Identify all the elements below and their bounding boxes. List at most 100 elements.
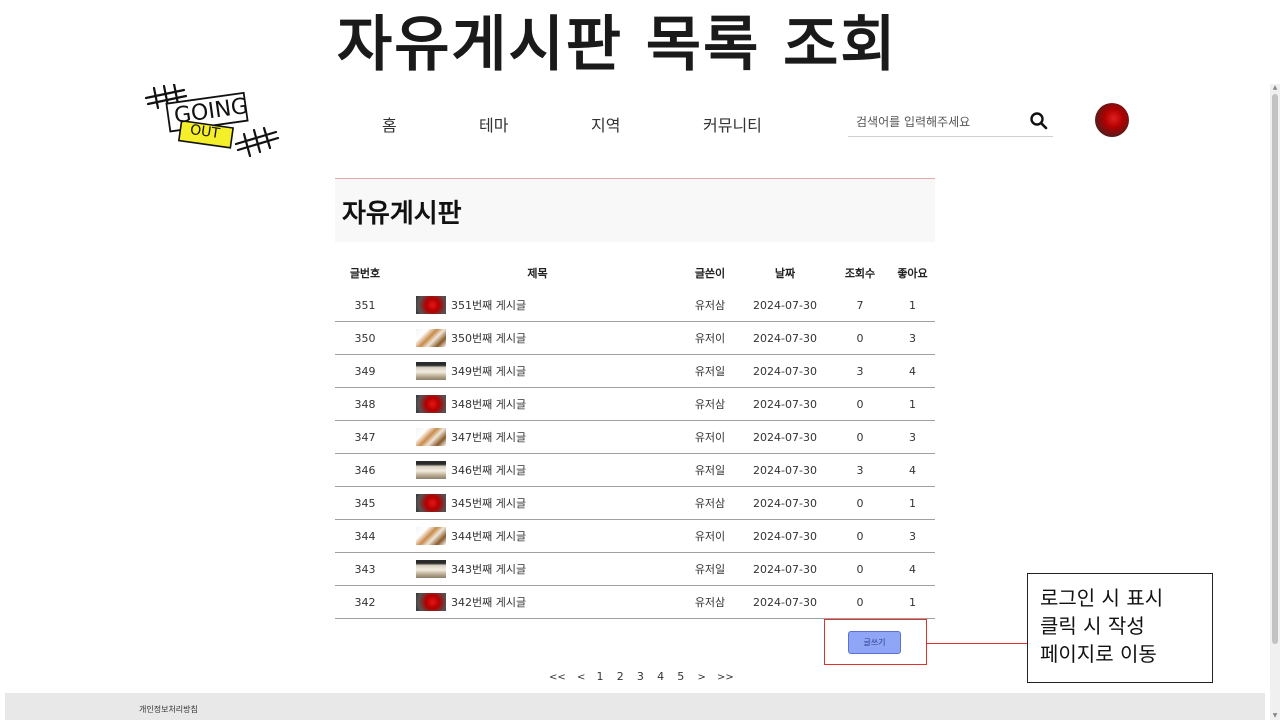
post-thumbnail[interactable] bbox=[416, 494, 446, 512]
post-title-link[interactable]: 348번째 게시글 bbox=[451, 398, 526, 411]
pagination-last[interactable]: >> bbox=[717, 672, 734, 683]
post-author: 유저삼 bbox=[680, 289, 740, 322]
pagination: << < 1 2 3 4 5 > >> bbox=[549, 670, 742, 683]
search-bar bbox=[848, 108, 1053, 137]
scroll-thumb[interactable] bbox=[1272, 94, 1278, 644]
post-title-link[interactable]: 345번째 게시글 bbox=[451, 497, 526, 510]
post-thumbnail[interactable] bbox=[416, 362, 446, 380]
post-title-cell: 347번째 게시글 bbox=[395, 420, 680, 454]
post-likes: 1 bbox=[890, 387, 935, 421]
post-date: 2024-07-30 bbox=[740, 420, 830, 454]
privacy-policy-link[interactable]: 개인정보처리방침 bbox=[139, 704, 198, 715]
board-title: 자유게시판 bbox=[342, 199, 462, 229]
pagination-page-1[interactable]: 1 bbox=[597, 670, 604, 683]
post-title-cell: 342번째 게시글 bbox=[395, 585, 680, 619]
post-date: 2024-07-30 bbox=[740, 387, 830, 421]
post-views: 0 bbox=[830, 552, 890, 586]
post-views: 3 bbox=[830, 453, 890, 487]
nav-region[interactable]: 지역 bbox=[591, 112, 620, 136]
scroll-down-arrow-icon[interactable]: ▼ bbox=[1270, 712, 1280, 720]
table-row[interactable]: 351 351번째 게시글 유저삼 2024-07-30 7 1 bbox=[335, 289, 935, 322]
table-header-row: 글번호 제목 글쓴이 날짜 조회수 좋아요 bbox=[335, 257, 935, 289]
table-row[interactable]: 344 344번째 게시글 유저이 2024-07-30 0 3 bbox=[335, 519, 935, 553]
pagination-page-5[interactable]: 5 bbox=[677, 670, 684, 683]
post-thumbnail[interactable] bbox=[416, 560, 446, 578]
post-likes: 4 bbox=[890, 453, 935, 487]
slide-title: 자유게시판 목록 조회 bbox=[337, 10, 898, 80]
nav-home[interactable]: 홈 bbox=[382, 112, 397, 136]
table-row[interactable]: 348 348번째 게시글 유저삼 2024-07-30 0 1 bbox=[335, 387, 935, 421]
nav-theme[interactable]: 테마 bbox=[479, 112, 508, 136]
write-post-button[interactable]: 글쓰기 bbox=[848, 631, 901, 654]
post-views: 3 bbox=[830, 354, 890, 388]
post-number: 350 bbox=[335, 321, 395, 355]
post-title-link[interactable]: 350번째 게시글 bbox=[451, 332, 526, 345]
user-avatar[interactable] bbox=[1095, 103, 1129, 137]
post-views: 0 bbox=[830, 387, 890, 421]
post-number: 343 bbox=[335, 552, 395, 586]
annotation-connector-line bbox=[926, 643, 1028, 644]
post-title-cell: 345번째 게시글 bbox=[395, 486, 680, 520]
table-row[interactable]: 345 345번째 게시글 유저삼 2024-07-30 0 1 bbox=[335, 486, 935, 520]
post-date: 2024-07-30 bbox=[740, 453, 830, 487]
post-title-cell: 349번째 게시글 bbox=[395, 354, 680, 388]
table-row[interactable]: 350 350번째 게시글 유저이 2024-07-30 0 3 bbox=[335, 321, 935, 355]
post-title-link[interactable]: 344번째 게시글 bbox=[451, 530, 526, 543]
post-author: 유저일 bbox=[680, 354, 740, 388]
page-scrollbar[interactable]: ▲ ▼ bbox=[1270, 84, 1280, 720]
pagination-prev[interactable]: < bbox=[577, 672, 585, 683]
scroll-up-arrow-icon[interactable]: ▲ bbox=[1270, 84, 1280, 92]
nav-community[interactable]: 커뮤니티 bbox=[703, 112, 762, 136]
post-title-cell: 350번째 게시글 bbox=[395, 321, 680, 355]
post-title-link[interactable]: 347번째 게시글 bbox=[451, 431, 526, 444]
pagination-page-4[interactable]: 4 bbox=[657, 670, 664, 683]
post-title-link[interactable]: 346번째 게시글 bbox=[451, 464, 526, 477]
post-title-cell: 346번째 게시글 bbox=[395, 453, 680, 487]
post-author: 유저이 bbox=[680, 420, 740, 454]
post-number: 342 bbox=[335, 585, 395, 619]
search-input[interactable] bbox=[854, 110, 1028, 134]
post-title-cell: 344번째 게시글 bbox=[395, 519, 680, 553]
post-thumbnail[interactable] bbox=[416, 527, 446, 545]
post-number: 351 bbox=[335, 289, 395, 322]
post-date: 2024-07-30 bbox=[740, 289, 830, 322]
column-header-likes: 좋아요 bbox=[897, 267, 928, 280]
post-title-link[interactable]: 342번째 게시글 bbox=[451, 596, 526, 609]
pagination-next[interactable]: > bbox=[697, 672, 705, 683]
post-views: 7 bbox=[830, 289, 890, 322]
post-thumbnail[interactable] bbox=[416, 461, 446, 479]
pagination-first[interactable]: << bbox=[549, 672, 566, 683]
table-row[interactable]: 347 347번째 게시글 유저이 2024-07-30 0 3 bbox=[335, 420, 935, 454]
table-row[interactable]: 343 343번째 게시글 유저일 2024-07-30 0 4 bbox=[335, 552, 935, 586]
board-table: 글번호 제목 글쓴이 날짜 조회수 좋아요 351 351번째 게시글 유저삼 202… bbox=[335, 257, 935, 619]
post-thumbnail[interactable] bbox=[416, 395, 446, 413]
site-logo[interactable]: GOING OUT bbox=[140, 82, 280, 160]
column-header-views: 조회수 bbox=[844, 267, 876, 280]
post-author: 유저일 bbox=[680, 552, 740, 586]
pagination-page-3[interactable]: 3 bbox=[637, 670, 644, 683]
table-row[interactable]: 346 346번째 게시글 유저일 2024-07-30 3 4 bbox=[335, 453, 935, 487]
post-thumbnail[interactable] bbox=[416, 593, 446, 611]
board-header: 자유게시판 bbox=[335, 178, 935, 242]
post-likes: 4 bbox=[890, 552, 935, 586]
search-icon[interactable] bbox=[1029, 111, 1049, 131]
post-thumbnail[interactable] bbox=[416, 428, 446, 446]
post-title-cell: 343번째 게시글 bbox=[395, 552, 680, 586]
post-number: 349 bbox=[335, 354, 395, 388]
post-views: 0 bbox=[830, 321, 890, 355]
column-header-title: 제목 bbox=[527, 267, 548, 280]
post-title-link[interactable]: 343번째 게시글 bbox=[451, 563, 526, 576]
post-author: 유저삼 bbox=[680, 387, 740, 421]
post-title-cell: 351번째 게시글 bbox=[395, 289, 680, 322]
post-thumbnail[interactable] bbox=[416, 296, 446, 314]
post-number: 347 bbox=[335, 420, 395, 454]
post-thumbnail[interactable] bbox=[416, 329, 446, 347]
post-number: 345 bbox=[335, 486, 395, 520]
post-author: 유저삼 bbox=[680, 486, 740, 520]
table-row[interactable]: 349 349번째 게시글 유저일 2024-07-30 3 4 bbox=[335, 354, 935, 388]
post-title-link[interactable]: 351번째 게시글 bbox=[451, 299, 526, 312]
pagination-page-2[interactable]: 2 bbox=[617, 670, 624, 683]
post-title-link[interactable]: 349번째 게시글 bbox=[451, 365, 526, 378]
table-row[interactable]: 342 342번째 게시글 유저삼 2024-07-30 0 1 bbox=[335, 585, 935, 619]
column-header-author: 글쓴이 bbox=[694, 267, 726, 280]
